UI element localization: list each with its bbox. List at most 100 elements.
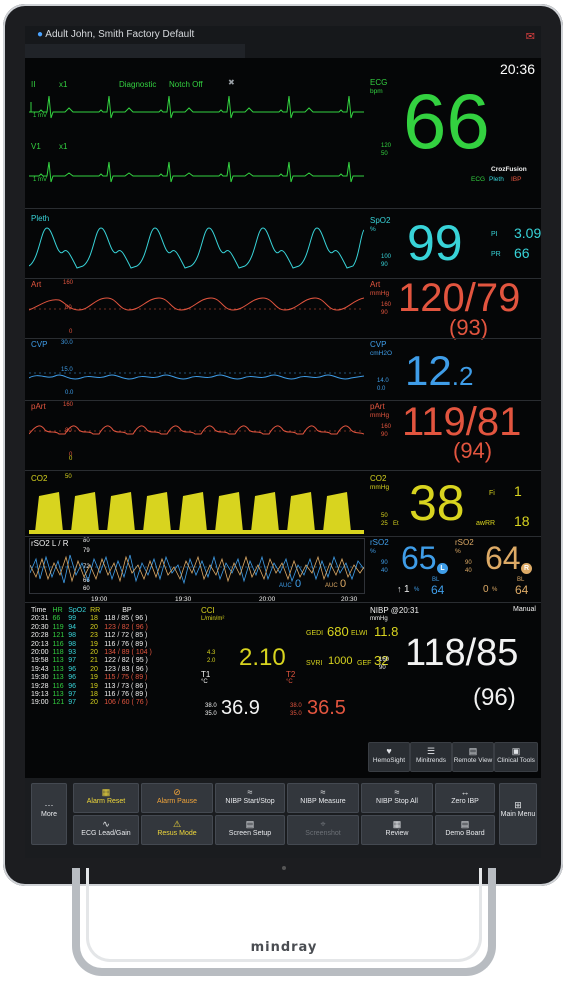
elwi-label: ELWI xyxy=(351,630,368,637)
review-button[interactable]: ▦ Review xyxy=(361,815,433,845)
gedi-value[interactable]: 680 xyxy=(327,624,349,639)
minitrends-button[interactable]: ☰ Minitrends xyxy=(410,742,452,772)
bell-off-icon: ⊘ xyxy=(173,787,181,797)
art-value[interactable]: 120/79 xyxy=(398,278,520,318)
cci-alarm-high: 4.3 xyxy=(207,650,216,656)
cell-rr: 19 xyxy=(90,640,98,648)
cvp-value[interactable]: 12.2 xyxy=(405,350,473,392)
rso2-r-label[interactable]: rSO2 xyxy=(455,538,474,547)
screenshot-button[interactable]: ⌖ Screenshot xyxy=(287,815,359,845)
etco2-value[interactable]: 38 xyxy=(409,478,465,528)
cvp-wave xyxy=(29,372,364,380)
t1-label[interactable]: T1 xyxy=(201,670,210,679)
alarm-reset-button[interactable]: ▦ Alarm Reset xyxy=(73,783,139,813)
cvp-alarm-low: 0.0 xyxy=(377,386,386,392)
cci-value[interactable]: 2.10 xyxy=(239,646,286,670)
nibp-alarm-low: 90 xyxy=(379,665,386,671)
pi-value[interactable]: 3.09 xyxy=(514,225,541,241)
co2-label[interactable]: CO2 xyxy=(31,474,47,483)
co2-alarm-high: 50 xyxy=(381,513,388,519)
hr-alarm-high: 120 xyxy=(381,143,392,149)
nibp-value[interactable]: 118/85 xyxy=(405,634,518,672)
remote-view-button[interactable]: ▤ Remote View xyxy=(452,742,494,772)
trend-table[interactable]: Time HR SpO2 RR BP 20:31 66 99 18 118 / 85 (… xyxy=(29,607,154,708)
col-rr: RR xyxy=(90,607,101,614)
fusion-pleth: Pleth xyxy=(489,176,504,183)
more-button[interactable]: ⋯ More xyxy=(31,783,67,845)
rso2-r-delta: 0 xyxy=(483,584,489,595)
cell-bp: 115 / 75 ( 89 ) xyxy=(104,674,148,682)
svri-label: SVRI xyxy=(306,660,323,667)
art-param-label[interactable]: Art xyxy=(370,280,380,289)
co2-wave xyxy=(29,492,364,534)
co2-et-label: Et xyxy=(393,521,399,527)
demo-board-button[interactable]: ▤ Demo Board xyxy=(435,815,495,845)
screen-setup-button[interactable]: ▤ Screen Setup xyxy=(215,815,285,845)
alarm-pause-button[interactable]: ⊘ Alarm Pause xyxy=(141,783,213,813)
ecg-lead2-label[interactable]: V1 xyxy=(31,142,41,151)
nibp-unit: mmHg xyxy=(370,616,388,622)
cci-alarm-low: 2.0 xyxy=(207,658,216,664)
person-icon: ● xyxy=(37,29,44,40)
hr-value[interactable]: 66 xyxy=(403,82,490,160)
nibp-label[interactable]: NIBP @20:31 xyxy=(370,606,419,615)
ecg-lead-gain-button[interactable]: ∿ ECG Lead/Gain xyxy=(73,815,139,845)
rso2-l-value[interactable]: 65 xyxy=(401,542,437,574)
main-menu-button[interactable]: ⊞ Main Menu xyxy=(499,783,537,845)
co2-scale-top: 50 xyxy=(65,474,72,480)
pr-value[interactable]: 66 xyxy=(514,245,530,261)
cell-time: 19:58 xyxy=(31,657,49,665)
col-time: Time xyxy=(31,607,47,614)
part-param-label[interactable]: pArt xyxy=(370,402,385,411)
cell-time: 19:43 xyxy=(31,665,49,673)
col-bp: BP xyxy=(122,607,132,614)
cell-rr: 20 xyxy=(90,665,98,673)
patient-info[interactable]: ● Adult John, Smith Factory Default xyxy=(37,29,194,40)
cci-label[interactable]: CCI xyxy=(201,606,215,615)
cell-time: 19:00 xyxy=(31,699,49,707)
board-icon: ▤ xyxy=(460,819,470,829)
cvp-param-label[interactable]: CVP xyxy=(370,340,386,349)
ecg-mv-scale-2: 1 mV xyxy=(33,177,48,183)
ecg-param-label[interactable]: ECG xyxy=(370,78,387,87)
rso2-l-label[interactable]: rSO2 xyxy=(370,538,389,547)
co2-param-label[interactable]: CO2 xyxy=(370,474,386,483)
zero-ibp-button[interactable]: ↔ Zero IBP xyxy=(435,783,495,813)
ecg-unit: bpm xyxy=(370,88,383,95)
cell-spo2: 97 xyxy=(68,699,77,707)
clinical-tools-button[interactable]: ▣ Clinical Tools xyxy=(494,742,538,772)
svri-value[interactable]: 1000 xyxy=(328,655,352,667)
ecg-gain2-label[interactable]: x1 xyxy=(59,142,67,151)
t2-value[interactable]: 36.5 xyxy=(307,698,346,718)
auc-r-value: 0 xyxy=(340,578,347,590)
pleth-wave xyxy=(29,227,364,269)
art-unit: mmHg xyxy=(370,290,390,297)
resus-mode-button[interactable]: ⚠ Resus Mode xyxy=(141,815,213,845)
spo2-value[interactable]: 99 xyxy=(407,218,463,268)
cvp-alarm-high: 14.0 xyxy=(377,378,389,384)
t1-value[interactable]: 36.9 xyxy=(221,698,260,718)
cvp-label[interactable]: CVP xyxy=(31,340,47,349)
cell-rr: 20 xyxy=(90,699,98,707)
resus-icon: ⚠ xyxy=(172,819,182,829)
nibp-stop-all-button[interactable]: ≈ NIBP Stop All xyxy=(361,783,433,813)
pi-label: PI xyxy=(491,231,498,238)
cell-hr: 121 xyxy=(52,632,65,640)
list-icon: ☰ xyxy=(426,746,436,756)
rso2-r-baseline: 64 xyxy=(515,583,529,597)
part-value[interactable]: 119/81 xyxy=(402,402,521,442)
spo2-param-label[interactable]: SpO2 xyxy=(370,216,390,225)
monitor-icon: ▤ xyxy=(468,746,478,756)
nibp-measure-button[interactable]: ≈ NIBP Measure xyxy=(287,783,359,813)
fico2-value[interactable]: 1 xyxy=(514,483,522,499)
nibp-start-stop-button[interactable]: ≈ NIBP Start/Stop xyxy=(215,783,285,813)
part-scale-top: 160 xyxy=(63,402,74,408)
elwi-value[interactable]: 11.8 xyxy=(374,624,398,639)
art-scale-zero: 0 xyxy=(69,329,73,335)
awrr-value[interactable]: 18 xyxy=(514,513,530,529)
hemosight-button[interactable]: ♥ HemoSight xyxy=(368,742,410,772)
t1-alarm-low: 35.0 xyxy=(205,711,217,717)
t2-label[interactable]: T2 xyxy=(286,670,295,679)
rso2-r-value[interactable]: 64 xyxy=(485,542,521,574)
alarm-off-icon[interactable]: ✉ xyxy=(526,30,535,43)
